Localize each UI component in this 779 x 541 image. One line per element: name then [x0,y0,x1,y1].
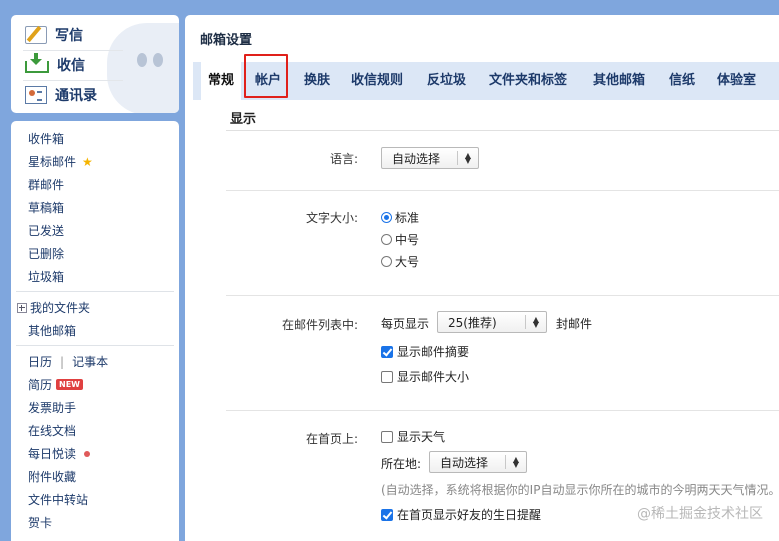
option-label: 标准 [395,211,420,225]
watermark: @稀土掘金技术社区 [637,506,763,522]
sidebar-item-drafts[interactable]: 草稿箱 [28,199,64,216]
penguin-decoration [107,23,179,113]
sidebar-item-notes[interactable]: 记事本 [72,353,108,370]
checkbox-icon [381,430,393,443]
compose-toolbar: 写信 收信 通讯录 [11,15,179,113]
checkbox-icon [381,370,393,383]
tab-other-mailboxes[interactable]: 其他邮箱 [593,62,645,100]
option-label: 中号 [395,233,420,247]
sidebar-item-resume[interactable]: 简历 NEW [28,376,83,393]
contacts-label: 通讯录 [55,88,97,104]
show-summary-checkbox[interactable]: 显示邮件摘要 [381,343,469,360]
font-size-large[interactable]: 大号 [381,253,419,270]
new-badge: NEW [56,379,83,390]
radio-icon [381,234,392,245]
language-select-value: 自动选择 [392,151,441,166]
location-select[interactable]: 自动选择 ▲ ▼ [429,451,527,473]
font-size-label: 文字大小: [305,211,358,225]
contact-card-icon [25,86,47,104]
per-page-prefix: 每页显示 [381,317,430,331]
receive-button[interactable]: 收信 [25,53,85,77]
section-title: 显示 [230,112,257,127]
sidebar-item-file-transfer[interactable]: 文件中转站 [28,491,88,508]
homepage-label: 在首页上: [305,432,358,446]
sidebar-item-sent[interactable]: 已发送 [28,222,64,239]
radio-icon [381,256,392,267]
sidebar-item-cards[interactable]: 贺卡 [28,514,52,531]
font-size-medium[interactable]: 中号 [381,231,419,248]
sidebar-nav: 收件箱 星标邮件 ★ 群邮件 草稿箱 已发送 已删除 垃圾箱 我的文件夹 其他邮箱… [11,121,179,541]
page-title: 邮箱设置 [200,33,253,48]
language-select[interactable]: 自动选择 ▲ ▼ [381,147,479,169]
sidebar-item-inbox[interactable]: 收件箱 [28,130,64,147]
sidebar-item-attachments[interactable]: 附件收藏 [28,468,76,485]
sidebar-item-online-docs[interactable]: 在线文档 [28,422,76,439]
divider: | [60,354,65,369]
expand-icon[interactable] [17,302,27,313]
tab-skin[interactable]: 换肤 [304,62,330,100]
tab-anti-spam[interactable]: 反垃圾 [427,62,466,100]
receive-label: 收信 [57,58,85,74]
settings-content: 显示 语言: 自动选择 ▲ ▼ 文字大小: 标准 中号 大号 在邮件列表中: 每页… [193,100,779,541]
star-icon: ★ [82,154,93,169]
sidebar-item-daily-read[interactable]: 每日悦读 [28,445,91,462]
checkbox-icon [381,345,393,358]
per-page-suffix: 封邮件 [556,317,593,331]
per-page-select[interactable]: 25(推荐) ▲ ▼ [437,311,547,333]
option-label: 大号 [395,255,420,269]
tab-general[interactable]: 常规 [201,62,242,100]
tab-folders-labels[interactable]: 文件夹和标签 [489,62,567,100]
show-size-checkbox[interactable]: 显示邮件大小 [381,368,469,385]
language-label: 语言: [329,152,358,166]
sidebar-item-starred[interactable]: 星标邮件 ★ [28,153,93,170]
sidebar-item-calendar-notes: 日历 | 记事本 [28,353,108,370]
option-label: 显示天气 [397,430,446,444]
settings-panel: 邮箱设置 常规 帐户 换肤 收信规则 反垃圾 文件夹和标签 其他邮箱 信纸 体验… [185,15,779,541]
select-arrows-icon: ▲ ▼ [457,151,478,165]
write-label: 写信 [55,28,83,44]
show-birthday-checkbox[interactable]: 在首页显示好友的生日提醒 [381,506,541,523]
show-weather-checkbox[interactable]: 显示天气 [381,428,445,445]
option-label: 显示邮件摘要 [397,345,470,359]
sidebar-item-calendar[interactable]: 日历 [28,353,52,370]
sidebar-item-label: 简历 [28,378,53,392]
inbox-download-icon [25,53,49,73]
location-select-value: 自动选择 [440,455,489,470]
sidebar-item-label: 每日悦读 [28,447,77,461]
sidebar-item-deleted[interactable]: 已删除 [28,245,64,262]
sidebar-item-invoice[interactable]: 发票助手 [28,399,76,416]
sidebar-item-label: 我的文件夹 [30,301,91,315]
sidebar-item-group[interactable]: 群邮件 [28,176,64,193]
contacts-button[interactable]: 通讯录 [25,83,97,107]
write-button[interactable]: 写信 [25,23,83,47]
font-size-standard[interactable]: 标准 [381,209,419,226]
sidebar-item-other-mailboxes[interactable]: 其他邮箱 [28,322,76,339]
location-note: (自动选择，系统将根据你的IP自动显示你所在的城市的今明两天天气情况。 [381,483,779,497]
tab-receive-rules[interactable]: 收信规则 [351,62,403,100]
tab-stationery[interactable]: 信纸 [669,62,695,100]
radio-icon [381,212,392,223]
checkbox-icon [381,508,393,521]
tab-highlight-box [244,54,288,98]
sidebar-item-spam[interactable]: 垃圾箱 [28,268,64,285]
notification-dot-icon [84,450,91,457]
tab-lab[interactable]: 体验室 [717,62,756,100]
location-label: 所在地: [381,457,422,471]
per-page-select-value: 25(推荐) [448,315,497,330]
sidebar-item-label: 星标邮件 [28,155,77,169]
pencil-icon [25,26,47,44]
option-label: 在首页显示好友的生日提醒 [397,508,542,522]
sidebar-item-my-folders[interactable]: 我的文件夹 [17,299,90,316]
select-arrows-icon: ▲ ▼ [525,315,546,329]
option-label: 显示邮件大小 [397,370,470,384]
select-arrows-icon: ▲ ▼ [505,455,526,469]
mail-list-label: 在邮件列表中: [281,318,358,332]
